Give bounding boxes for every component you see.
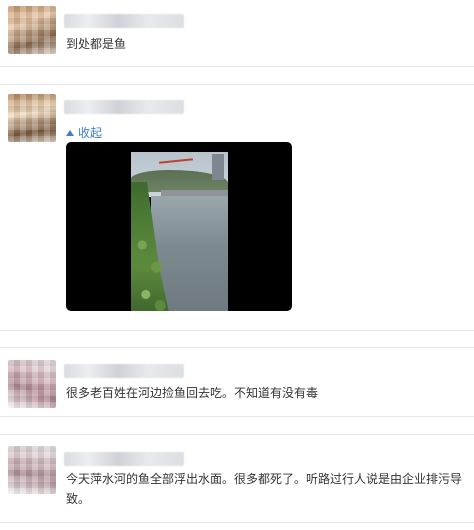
- collapse-label: 收起: [78, 126, 103, 140]
- divider: [0, 66, 474, 67]
- divider: [0, 347, 474, 348]
- username-blurred[interactable]: [64, 14, 184, 28]
- comment-text: 今天萍水河的鱼全部浮出水面。很多都死了。听路过行人说是由企业排污导致。: [66, 472, 463, 506]
- comment-feed: 到处都是鱼 收起 很多老百姓在河边捡鱼回去吃。不知道有没有毒 今天萍水河的鱼全部…: [0, 0, 474, 530]
- video-thumbnail[interactable]: [66, 142, 292, 311]
- divider: [0, 330, 474, 331]
- username-blurred[interactable]: [64, 100, 184, 114]
- username-blurred[interactable]: [64, 452, 184, 466]
- avatar[interactable]: [8, 6, 56, 54]
- avatar[interactable]: [8, 94, 56, 142]
- divider: [0, 416, 474, 417]
- video-frame-river-scene: [131, 152, 228, 311]
- divider: [0, 434, 474, 435]
- comment-text: 很多老百姓在河边捡鱼回去吃。不知道有没有毒: [66, 386, 319, 400]
- username-blurred[interactable]: [64, 364, 184, 378]
- comment-text: 到处都是鱼: [66, 37, 127, 51]
- divider: [0, 84, 474, 85]
- divider: [0, 522, 474, 523]
- avatar[interactable]: [8, 446, 56, 494]
- avatar[interactable]: [8, 360, 56, 408]
- collapse-link[interactable]: 收起: [66, 124, 102, 141]
- caret-up-icon: [66, 129, 74, 136]
